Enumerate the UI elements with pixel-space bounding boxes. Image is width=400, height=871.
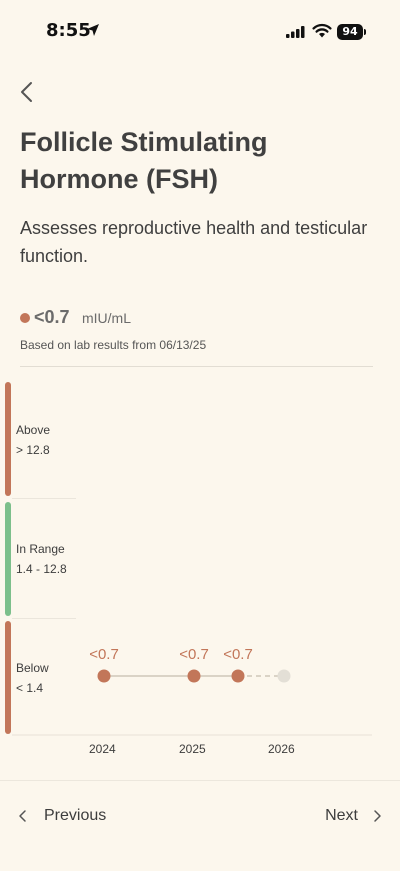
next-button[interactable]: Next [325,804,384,828]
data-point [231,669,245,683]
data-point [187,669,201,683]
lab-date-note: Based on lab results from 06/13/25 [20,338,207,352]
status-time: 8:55 [46,20,91,41]
location-arrow-icon [87,24,99,36]
page-title: Follicle Stimulating Hormone (FSH) [20,127,268,194]
chevron-right-icon [374,810,381,822]
chevron-left-icon [21,82,32,102]
projected-point [277,669,291,683]
x-tick-label: 2024 [89,742,116,756]
result-value: <0.7 [34,307,70,327]
x-tick-label: 2025 [179,742,206,756]
chevron-left-icon [19,810,26,822]
x-tick-label: 2026 [268,742,295,756]
previous-button[interactable]: Previous [16,804,106,828]
data-label: <0.7 [223,646,253,663]
data-label: <0.7 [89,646,119,663]
data-point [97,669,111,683]
wifi-icon [312,23,332,38]
back-button[interactable] [14,78,42,106]
page-description: Assesses reproductive health and testicu… [20,218,368,266]
cellular-signal-icon [286,26,305,38]
battery-icon [364,29,366,35]
footer-divider [0,780,400,781]
battery-level: 94 [337,24,363,40]
status-bar: 8:55 94 [0,0,400,62]
next-label: Next [325,807,358,824]
history-chart: <0.7 <0.7 <0.7 [12,646,372,736]
status-dot [20,313,30,323]
result-unit: mIU/mL [82,310,131,326]
data-label: <0.7 [179,646,209,663]
previous-label: Previous [44,807,107,824]
